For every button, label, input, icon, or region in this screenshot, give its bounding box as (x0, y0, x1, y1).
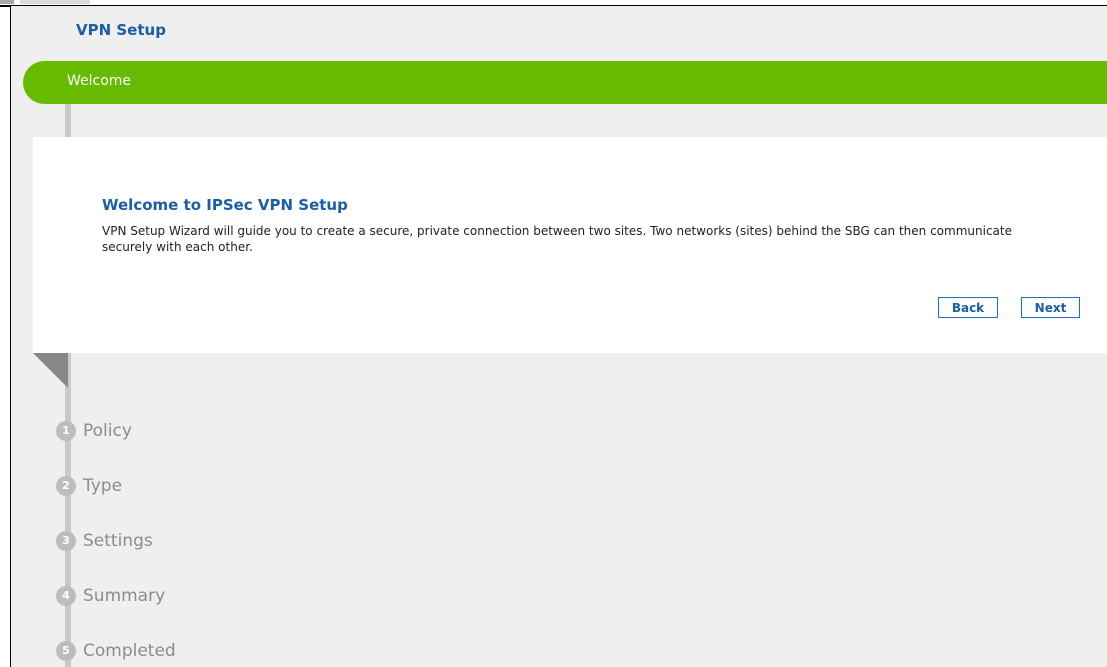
page-title: VPN Setup (76, 21, 166, 39)
step-label: Settings (83, 531, 153, 551)
step-label: Completed (83, 641, 176, 661)
step-number-badge: 3 (56, 531, 76, 551)
next-button[interactable]: Next (1021, 297, 1080, 318)
step-number-badge: 2 (56, 476, 76, 496)
vpn-setup-panel: VPN Setup Welcome Welcome to IPSec VPN S… (10, 6, 1107, 667)
back-button[interactable]: Back (938, 297, 998, 318)
step-label: Summary (83, 586, 166, 606)
card-fold-corner (33, 353, 68, 388)
step-number-badge: 4 (56, 586, 76, 606)
step-number-badge: 1 (56, 421, 76, 441)
card-description: VPN Setup Wizard will guide you to creat… (102, 224, 1012, 254)
caption-fragment (0, 0, 90, 4)
welcome-stage-bar: Welcome (23, 61, 1107, 104)
step-number-badge: 5 (56, 641, 76, 661)
card-title: Welcome to IPSec VPN Setup (102, 196, 348, 214)
step-label: Type (83, 476, 123, 496)
step-label: Policy (83, 421, 132, 441)
welcome-card: Welcome to IPSec VPN Setup VPN Setup Wiz… (33, 137, 1107, 353)
welcome-stage-label: Welcome (67, 73, 132, 89)
